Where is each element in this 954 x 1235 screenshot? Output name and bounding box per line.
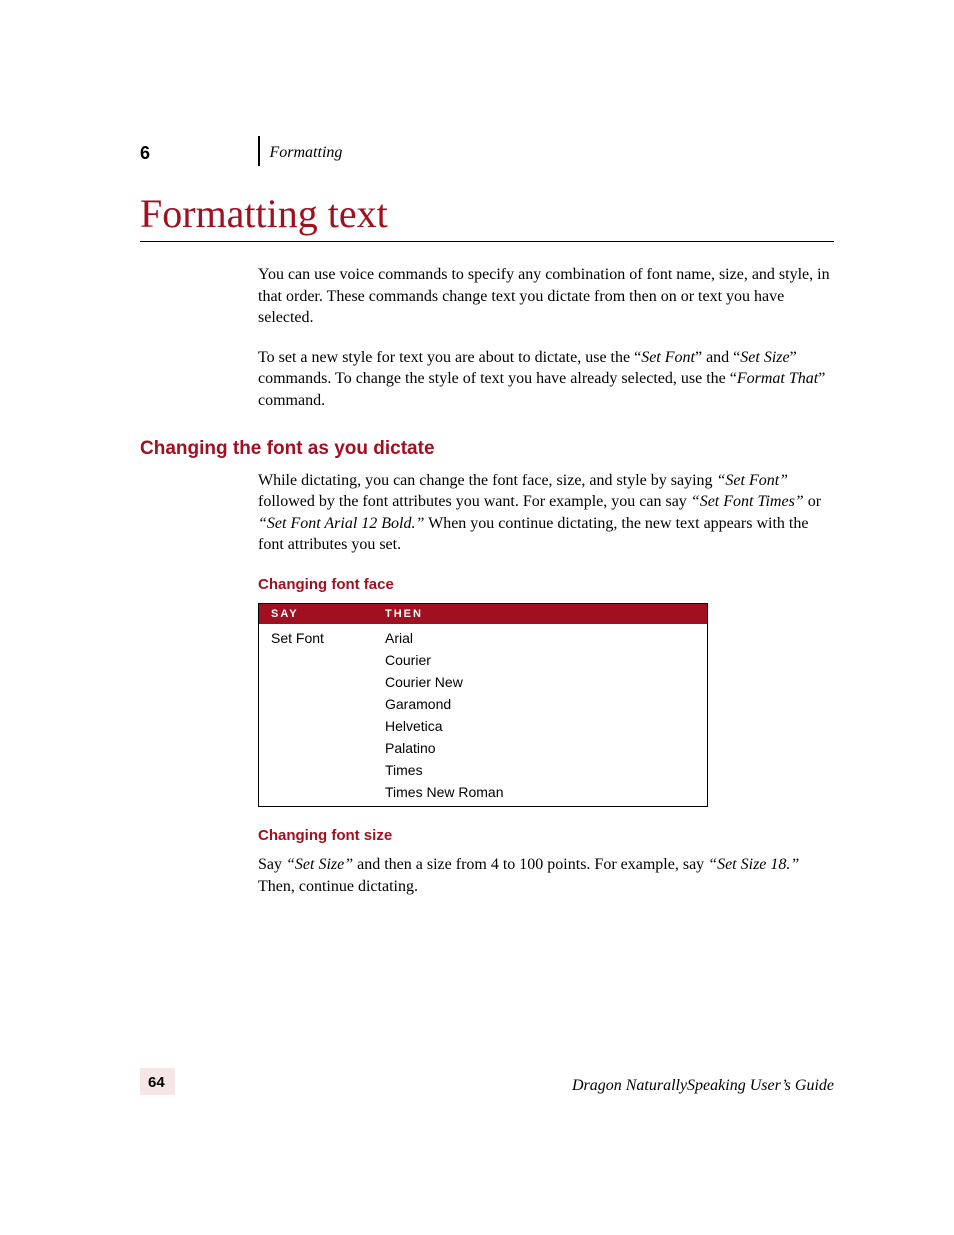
then-cell: Helvetica xyxy=(373,715,708,737)
table-caption-font-face: Changing font face xyxy=(258,576,834,593)
sub-heading-font-size: Changing font size xyxy=(258,827,834,844)
section1-paragraph: While dictating, you can change the font… xyxy=(258,470,834,556)
running-header: 6 Formatting xyxy=(140,140,834,166)
then-cell: Courier xyxy=(373,649,708,671)
say-cell: Set Font xyxy=(259,624,374,649)
say-cell-empty xyxy=(259,759,374,781)
page: 6 Formatting Formatting text You can use… xyxy=(0,0,954,1235)
footer-book-title: Dragon NaturallySpeaking User’s Guide xyxy=(572,1077,834,1095)
text: To set a new style for text you are abou… xyxy=(258,349,641,366)
chapter-name: Formatting xyxy=(270,144,343,162)
section-heading-changing-font: Changing the font as you dictate xyxy=(140,438,834,460)
font-face-table: Say Then Set Font Arial Courier Courier … xyxy=(258,603,708,807)
say-cell-empty xyxy=(259,693,374,715)
say-cell-empty xyxy=(259,671,374,693)
then-cell: Arial xyxy=(373,624,708,649)
page-title: Formatting text xyxy=(140,190,834,237)
column-header-say: Say xyxy=(259,603,374,624)
table-row: Times xyxy=(259,759,708,781)
text: Say xyxy=(258,856,286,873)
text: and then a size from 4 to 100 points. Fo… xyxy=(353,856,708,873)
say-cell-empty xyxy=(259,781,374,807)
command-example: “Set Font” xyxy=(717,472,789,489)
table-row: Helvetica xyxy=(259,715,708,737)
table-row: Courier New xyxy=(259,671,708,693)
section2-paragraph: Say “Set Size” and then a size from 4 to… xyxy=(258,854,834,897)
say-cell-empty xyxy=(259,715,374,737)
title-rule xyxy=(140,241,834,242)
text: ” and “ xyxy=(695,349,740,366)
header-divider xyxy=(258,136,260,166)
table-row: Set Font Arial xyxy=(259,624,708,649)
intro-paragraph-1: You can use voice commands to specify an… xyxy=(258,264,834,329)
text: While dictating, you can change the font… xyxy=(258,472,717,489)
table-row: Palatino xyxy=(259,737,708,759)
command-example: “Set Size 18.” xyxy=(708,856,799,873)
command-example: “Set Font Arial 12 Bold.” xyxy=(258,515,424,532)
table-row: Garamond xyxy=(259,693,708,715)
table-row: Courier xyxy=(259,649,708,671)
table-row: Times New Roman xyxy=(259,781,708,807)
command-set-size: Set Size xyxy=(740,349,789,366)
say-cell-empty xyxy=(259,649,374,671)
say-cell-empty xyxy=(259,737,374,759)
then-cell: Times xyxy=(373,759,708,781)
command-format-that: Format That xyxy=(737,370,818,387)
then-cell: Times New Roman xyxy=(373,781,708,807)
then-cell: Garamond xyxy=(373,693,708,715)
text: followed by the font attributes you want… xyxy=(258,493,691,510)
command-example: “Set Size” xyxy=(286,856,353,873)
intro-paragraph-2: To set a new style for text you are abou… xyxy=(258,347,834,412)
chapter-number: 6 xyxy=(140,143,258,164)
page-footer: 64 Dragon NaturallySpeaking User’s Guide xyxy=(140,1068,834,1095)
table-header-row: Say Then xyxy=(259,603,708,624)
text: Then, continue dictating. xyxy=(258,878,418,895)
text: or xyxy=(804,493,821,510)
command-example: “Set Font Times” xyxy=(691,493,804,510)
section1-block: While dictating, you can change the font… xyxy=(258,470,834,898)
intro-block: You can use voice commands to specify an… xyxy=(258,264,834,412)
command-set-font: Set Font xyxy=(641,349,695,366)
column-header-then: Then xyxy=(373,603,708,624)
page-number: 64 xyxy=(140,1068,175,1095)
then-cell: Courier New xyxy=(373,671,708,693)
then-cell: Palatino xyxy=(373,737,708,759)
